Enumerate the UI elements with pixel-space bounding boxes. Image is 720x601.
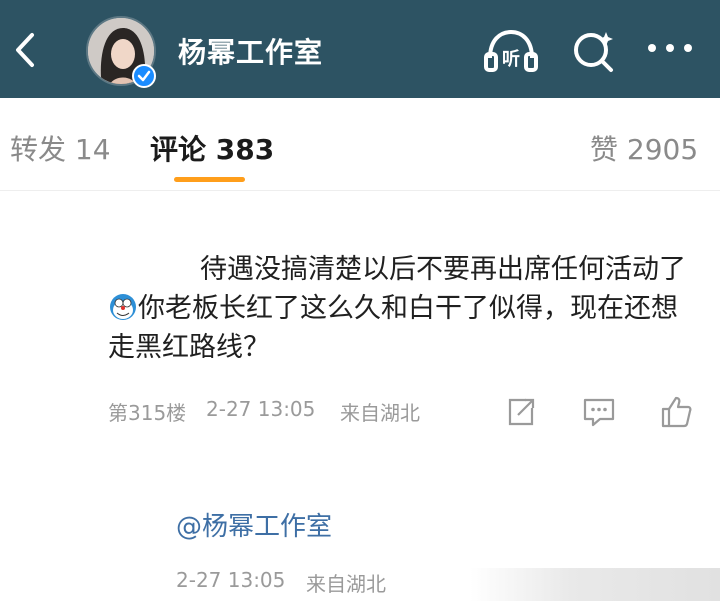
listen-label: 听 <box>502 48 520 70</box>
search-sparkle-icon[interactable] <box>570 28 618 76</box>
blurred-overlay <box>470 568 720 601</box>
reply-location: 来自湖北 <box>306 572 386 596</box>
reply-comment-icon[interactable] <box>582 395 616 429</box>
like-thumb-icon[interactable] <box>660 395 694 429</box>
more-options-icon[interactable] <box>644 38 696 58</box>
divider <box>0 190 720 191</box>
active-tab-indicator <box>174 177 245 182</box>
tab-comments[interactable]: 评论 383 <box>150 128 274 168</box>
comment-body: 待遇没搞清楚以后不要再出席任何活动了 你老板长红了这么久和白干了似得，现在还想走… <box>108 250 704 367</box>
comment-text-part1: 待遇没搞清楚以后不要再出席任何活动了 <box>200 254 686 285</box>
top-bar: 杨幂工作室 听 <box>0 0 720 98</box>
reply-time: 2-27 13:05 <box>176 568 286 592</box>
comment-floor: 第315楼 <box>108 401 187 425</box>
share-icon[interactable] <box>504 395 538 429</box>
tab-bar: 转发 14 评论 383 赞 2905 <box>0 98 720 190</box>
comment-time: 2-27 13:05 <box>206 397 316 421</box>
comment-location: 来自湖北 <box>340 401 420 425</box>
doraemon-emoji-icon <box>110 294 136 320</box>
tab-likes[interactable]: 赞 2905 <box>590 128 698 168</box>
verified-badge-icon <box>132 64 156 88</box>
reply-mention-link[interactable]: @杨幂工作室 <box>176 506 332 543</box>
back-arrow-icon[interactable] <box>8 30 44 70</box>
page-title[interactable]: 杨幂工作室 <box>178 31 323 71</box>
tab-repost[interactable]: 转发 14 <box>10 128 111 168</box>
listen-headphones-icon[interactable]: 听 <box>482 28 540 74</box>
comment-text-part2: 你老板长红了这么久和白干了似得，现在还想走黑红路线？ <box>108 293 678 363</box>
